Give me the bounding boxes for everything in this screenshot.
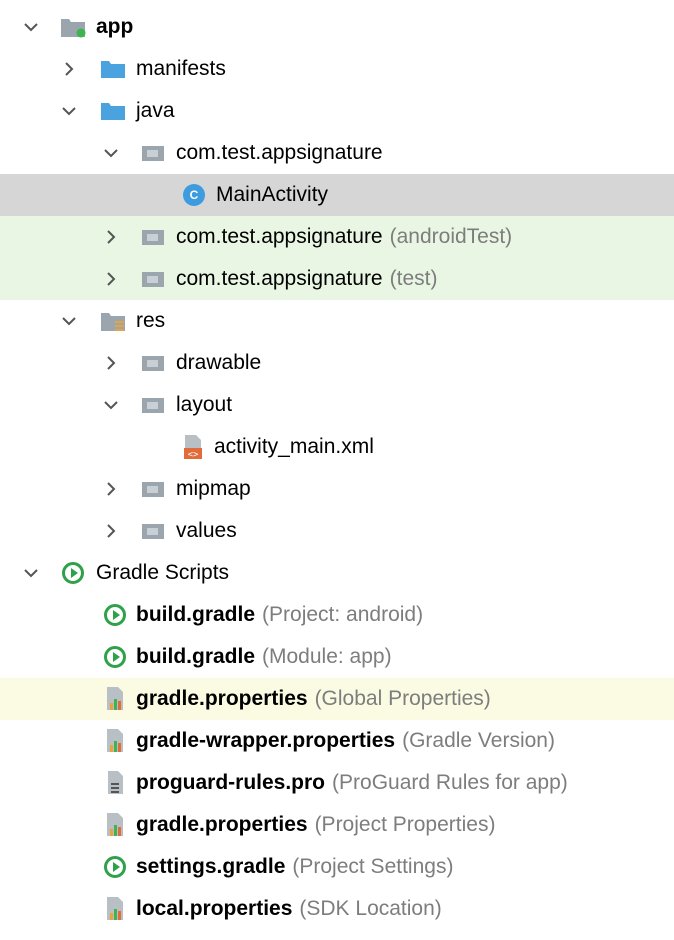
tree-hint: (Project Properties): [314, 813, 496, 836]
tree-row-values[interactable]: values: [0, 510, 674, 552]
tree-row-gradle-properties-project[interactable]: gradle.properties (Project Properties): [0, 804, 674, 846]
tree-row-proguard-rules[interactable]: proguard-rules.pro (ProGuard Rules for a…: [0, 762, 674, 804]
chevron-right-icon[interactable]: [102, 480, 120, 498]
tree-label: activity_main.xml: [214, 435, 374, 458]
tree-label: mipmap: [176, 477, 251, 500]
chevron-down-icon[interactable]: [22, 18, 40, 36]
folder-icon: [140, 518, 166, 544]
resource-folder-icon: [100, 308, 126, 334]
tree-label: res: [136, 309, 166, 332]
tree-hint: (androidTest): [389, 225, 513, 248]
chevron-right-icon[interactable]: [102, 354, 120, 372]
chevron-down-icon[interactable]: [22, 564, 40, 582]
tree-row-local-properties[interactable]: local.properties (SDK Location): [0, 888, 674, 930]
tree-row-build-gradle-module[interactable]: build.gradle (Module: app): [0, 636, 674, 678]
tree-row-gradle-properties-global[interactable]: gradle.properties (Global Properties): [0, 678, 674, 720]
tree-row-package-main[interactable]: com.test.appsignature: [0, 132, 674, 174]
tree-label: local.properties: [136, 897, 293, 920]
module-folder-icon: [60, 14, 86, 40]
tree-label: MainActivity: [216, 183, 329, 206]
tree-label: Gradle Scripts: [96, 561, 230, 584]
properties-file-icon: [102, 728, 128, 754]
chevron-right-icon[interactable]: [102, 270, 120, 288]
tree-row-main-activity[interactable]: C MainActivity: [0, 174, 674, 216]
tree-label: gradle-wrapper.properties: [136, 729, 396, 752]
package-icon: [140, 224, 166, 250]
tree-row-layout[interactable]: layout: [0, 384, 674, 426]
tree-row-package-android-test[interactable]: com.test.appsignature (androidTest): [0, 216, 674, 258]
gradle-icon: [102, 602, 128, 628]
package-icon: [140, 140, 166, 166]
tree-label: com.test.appsignature: [176, 267, 383, 290]
tree-row-mipmap[interactable]: mipmap: [0, 468, 674, 510]
chevron-down-icon[interactable]: [102, 396, 120, 414]
tree-label: build.gradle: [136, 603, 256, 626]
tree-hint: (test): [389, 267, 438, 290]
tree-label: drawable: [176, 351, 262, 374]
tree-row-res[interactable]: res: [0, 300, 674, 342]
properties-file-icon: [102, 686, 128, 712]
tree-hint: (Project Settings): [292, 855, 454, 878]
folder-icon: [140, 350, 166, 376]
tree-row-activity-main-xml[interactable]: <> activity_main.xml: [0, 426, 674, 468]
tree-hint: (Module: app): [262, 645, 392, 668]
chevron-right-icon[interactable]: [60, 60, 78, 78]
package-icon: [140, 266, 166, 292]
folder-icon: [100, 98, 126, 124]
tree-label: com.test.appsignature: [176, 141, 383, 164]
tree-hint: (Global Properties): [314, 687, 491, 710]
chevron-right-icon[interactable]: [102, 228, 120, 246]
tree-row-gradle-wrapper-properties[interactable]: gradle-wrapper.properties (Gradle Versio…: [0, 720, 674, 762]
folder-icon: [140, 392, 166, 418]
chevron-down-icon[interactable]: [60, 102, 78, 120]
gradle-icon: [102, 854, 128, 880]
class-icon: C: [181, 182, 207, 208]
tree-row-drawable[interactable]: drawable: [0, 342, 674, 384]
tree-row-java[interactable]: java: [0, 90, 674, 132]
tree-row-gradle-scripts[interactable]: Gradle Scripts: [0, 552, 674, 594]
tree-label: values: [176, 519, 237, 542]
text-file-icon: [102, 770, 128, 796]
svg-text:<>: <>: [188, 450, 199, 460]
tree-label: build.gradle: [136, 645, 256, 668]
tree-hint: (Gradle Version): [402, 729, 555, 752]
chevron-down-icon[interactable]: [60, 312, 78, 330]
tree-label: com.test.appsignature: [176, 225, 383, 248]
tree-label: java: [136, 99, 175, 122]
tree-row-package-test[interactable]: com.test.appsignature (test): [0, 258, 674, 300]
tree-row-app[interactable]: app: [0, 6, 674, 48]
tree-label: app: [96, 15, 134, 38]
chevron-down-icon[interactable]: [102, 144, 120, 162]
tree-hint: (SDK Location): [299, 897, 442, 920]
tree-row-manifests[interactable]: manifests: [0, 48, 674, 90]
tree-label: manifests: [136, 57, 226, 80]
gradle-icon: [60, 560, 86, 586]
properties-file-icon: [102, 812, 128, 838]
folder-icon: [100, 56, 126, 82]
tree-hint: (ProGuard Rules for app): [332, 771, 568, 794]
chevron-right-icon[interactable]: [102, 522, 120, 540]
tree-hint: (Project: android): [262, 603, 424, 626]
tree-row-build-gradle-project[interactable]: build.gradle (Project: android): [0, 594, 674, 636]
class-badge-letter: C: [189, 188, 199, 202]
tree-label: proguard-rules.pro: [136, 771, 326, 794]
xml-file-icon: <>: [180, 434, 206, 460]
gradle-icon: [102, 644, 128, 670]
folder-icon: [140, 476, 166, 502]
tree-label: settings.gradle: [136, 855, 286, 878]
tree-label: gradle.properties: [136, 813, 308, 836]
properties-file-icon: [102, 896, 128, 922]
tree-label: layout: [176, 393, 233, 416]
tree-label: gradle.properties: [136, 687, 308, 710]
tree-row-settings-gradle[interactable]: settings.gradle (Project Settings): [0, 846, 674, 888]
